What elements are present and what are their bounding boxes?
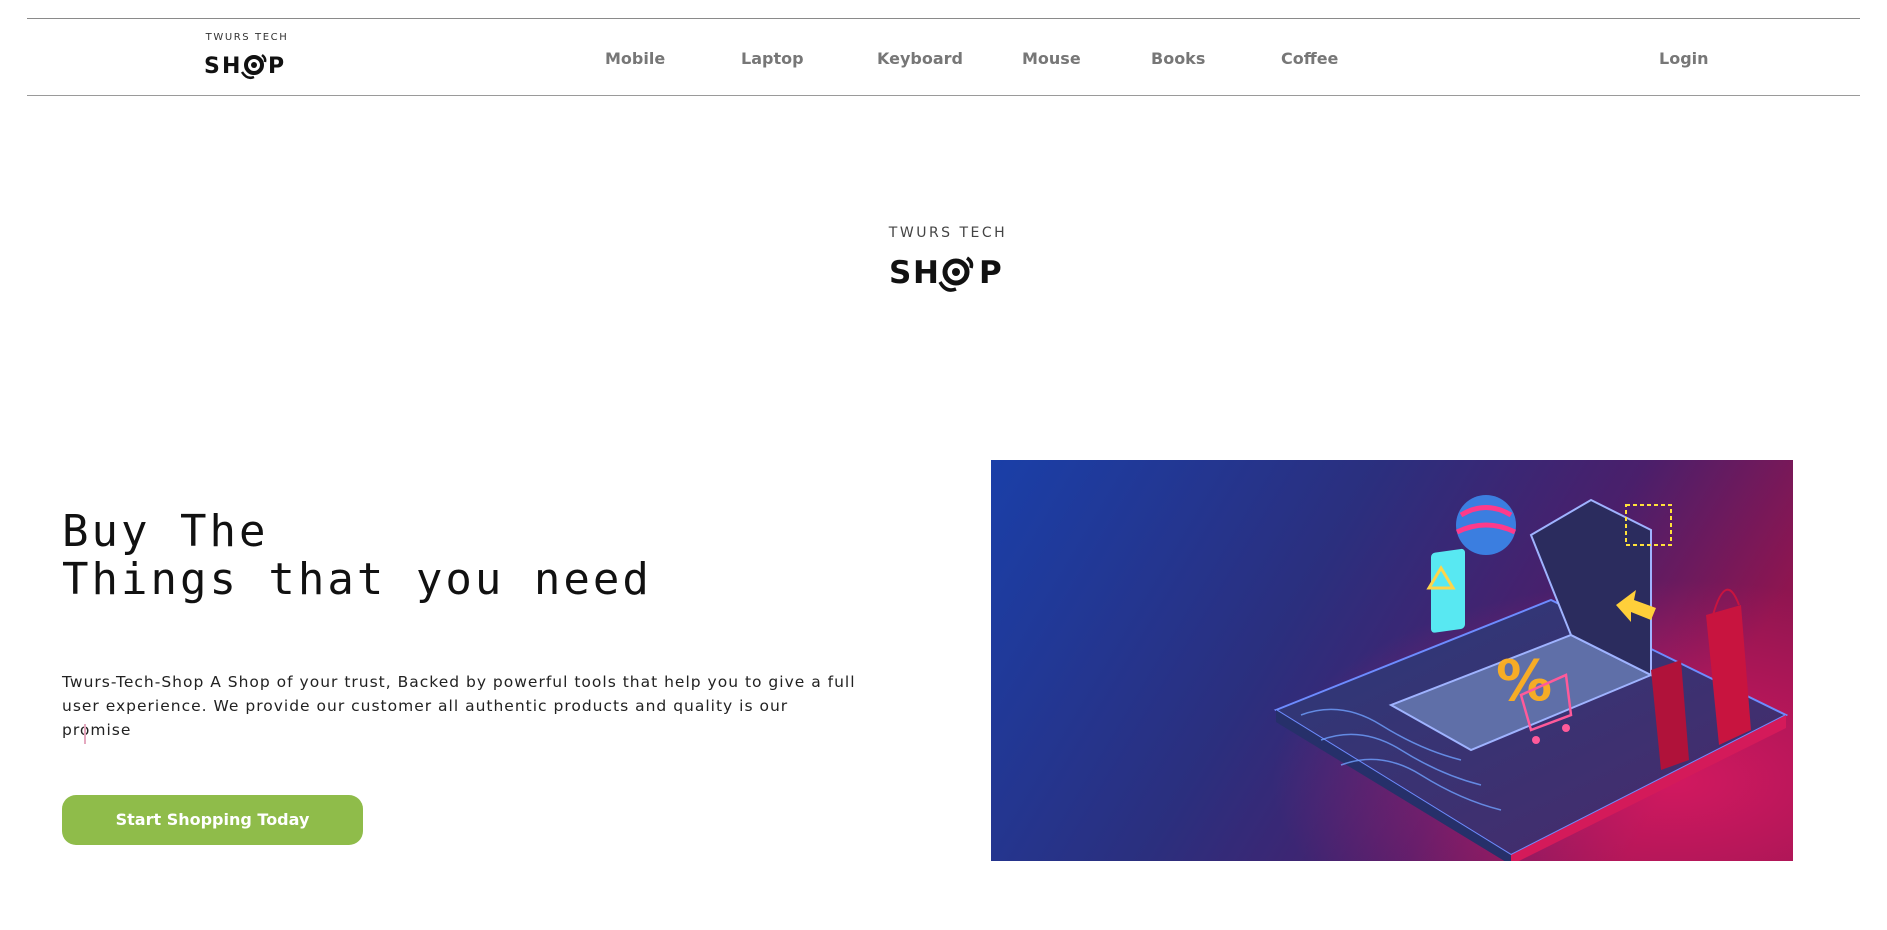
center-logo-top-text: TWURS TECH [888, 225, 1008, 241]
hero-headline-line1: Buy The [62, 506, 269, 557]
brand-logo-top-text: TWURS TECH [205, 32, 289, 43]
svg-text:P: P [979, 255, 1002, 291]
hero-headline-line2: Things that you need [62, 554, 652, 605]
shopping-hero-illustration: % [991, 460, 1793, 861]
hero-description: Twurs-Tech-Shop A Shop of your trust, Ba… [62, 670, 862, 742]
login-link[interactable]: Login [1659, 49, 1709, 68]
nav-link-books[interactable]: Books [1151, 49, 1205, 68]
svg-text:S: S [204, 54, 221, 79]
typing-caret [84, 724, 86, 744]
hero-headline: Buy The Things that you need [62, 508, 652, 604]
nav-link-mobile[interactable]: Mobile [605, 49, 665, 68]
center-brand-logo: TWURS TECH S H P [883, 225, 1013, 293]
nav-link-laptop[interactable]: Laptop [741, 49, 804, 68]
hero-description-line2: user experience. We provide our customer… [62, 697, 789, 739]
top-navbar: TWURS TECH S H P Mobile Laptop Keyboard … [27, 18, 1860, 96]
nav-link-keyboard[interactable]: Keyboard [877, 49, 963, 68]
brand-logo[interactable]: TWURS TECH S H P [202, 32, 292, 84]
nav-link-mouse[interactable]: Mouse [1022, 49, 1081, 68]
hero-description-line1: Twurs-Tech-Shop A Shop of your trust, Ba… [62, 673, 856, 691]
center-logo-shop-icon: S H P [889, 255, 1002, 292]
hero-illustration-svg: % [991, 460, 1793, 861]
brand-logo-shop-icon: S H P [204, 54, 284, 80]
nav-link-coffee[interactable]: Coffee [1281, 49, 1338, 68]
svg-text:H: H [913, 255, 939, 291]
start-shopping-button[interactable]: Start Shopping Today [62, 795, 363, 845]
svg-text:P: P [268, 54, 284, 79]
svg-text:S: S [889, 255, 911, 291]
svg-text:H: H [222, 54, 240, 79]
